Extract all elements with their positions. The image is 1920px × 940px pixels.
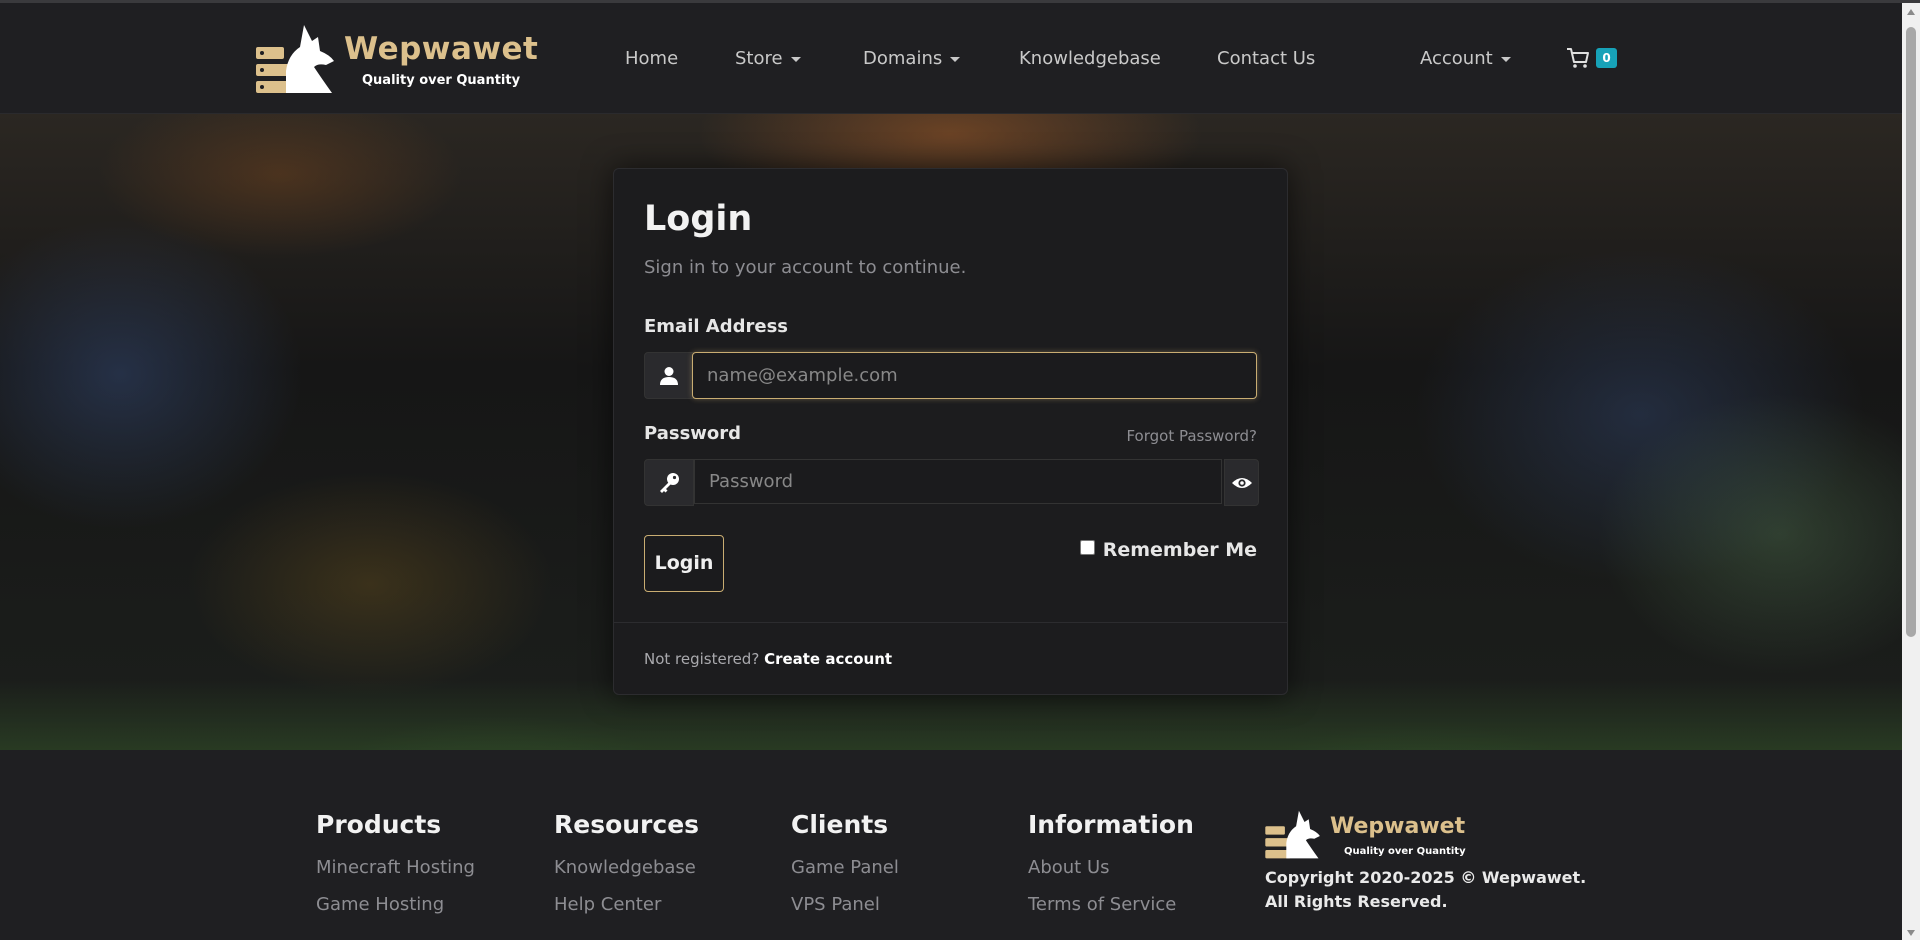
chevron-down-icon [790,56,801,62]
brand-name: Wepwawet [344,31,539,67]
footer-column-title: Information [1028,810,1194,839]
user-icon [660,366,678,385]
footer-column-title: Products [316,810,442,839]
email-input-group: name@example.com [644,352,1257,399]
copyright-text: Copyright 2020-2025 © Wepwawet. All Righ… [1265,868,1587,911]
remember-me: Remember Me [1079,539,1257,561]
brand-logo[interactable]: Wepwawet Quality over Quantity [256,21,539,101]
footer-link[interactable]: Terms of Service [1028,894,1194,915]
not-registered-text: Not registered? [644,650,760,668]
scroll-up-arrow-icon[interactable] [1907,9,1915,15]
email-placeholder: name@example.com [707,365,898,386]
footer-brand-name: Wepwawet [1330,814,1466,839]
wolf-logo-icon [256,25,334,93]
cart-count-badge: 0 [1596,48,1617,68]
scrollbar-thumb[interactable] [1906,27,1916,637]
nav-home-label: Home [625,48,679,69]
footer-column-resources: Resources Knowledgebase Help Center [554,810,699,915]
nav-knowledgebase-label: Knowledgebase [1019,48,1161,69]
footer-link[interactable]: VPS Panel [791,894,899,915]
forgot-password-link[interactable]: Forgot Password? [1126,427,1257,445]
chevron-down-icon [950,56,961,62]
footer-brand-tagline: Quality over Quantity [1344,846,1466,857]
footer-link[interactable]: About Us [1028,857,1194,878]
email-addon [644,352,694,399]
nav-account-label: Account [1420,48,1493,69]
email-label: Email Address [644,316,789,337]
nav-home[interactable]: Home [625,48,678,69]
site-footer: Products Minecraft Hosting Game Hosting … [0,750,1902,940]
login-card-footer: Not registered? Create account [614,622,1287,695]
scroll-down-arrow-icon[interactable] [1907,930,1915,936]
cart-icon [1567,48,1589,68]
email-field[interactable]: name@example.com [692,352,1257,399]
register-prompt: Not registered? Create account [644,650,892,668]
nav-domains[interactable]: Domains [863,48,961,69]
chevron-down-icon [1500,56,1511,62]
footer-column-title: Clients [791,810,889,839]
password-input-group: Password [644,459,1259,506]
remember-me-label: Remember Me [1102,539,1257,561]
footer-link[interactable]: Minecraft Hosting [316,857,475,878]
footer-link[interactable]: Knowledgebase [554,857,699,878]
nav-contact-us-label: Contact Us [1217,48,1316,69]
nav-store-label: Store [735,48,783,69]
cart-button[interactable] [1566,47,1590,73]
create-account-link[interactable]: Create account [764,650,892,668]
password-field[interactable]: Password [694,459,1222,504]
login-card: Login Sign in to your account to continu… [613,168,1288,695]
footer-link[interactable]: Game Panel [791,857,899,878]
key-icon [660,472,679,493]
footer-brand-logo: Wepwawet Quality over Quantity [1264,808,1484,864]
brand-tagline: Quality over Quantity [362,73,521,88]
password-placeholder: Password [709,471,794,492]
footer-link[interactable]: Game Hosting [316,894,475,915]
navbar: Wepwawet Quality over Quantity Home Stor… [0,3,1902,114]
nav-knowledgebase[interactable]: Knowledgebase [1019,48,1161,69]
remember-me-checkbox[interactable] [1079,540,1095,555]
login-title: Login [644,199,753,239]
nav-contact-us[interactable]: Contact Us [1217,48,1315,69]
wolf-logo-icon [1265,810,1320,859]
eye-icon [1231,477,1252,488]
password-label: Password [644,423,742,444]
nav-store[interactable]: Store [735,48,801,69]
footer-column-information: Information About Us Terms of Service [1028,810,1194,915]
footer-column-clients: Clients Game Panel VPS Panel [791,810,899,915]
password-addon [644,459,694,506]
login-button[interactable]: Login [644,535,724,592]
login-subtitle: Sign in to your account to continue. [644,257,967,278]
footer-column-title: Resources [554,810,700,839]
toggle-password-button[interactable] [1224,459,1259,506]
page-scrollbar[interactable] [1902,3,1920,940]
footer-link[interactable]: Help Center [554,894,699,915]
nav-account[interactable]: Account [1420,48,1511,69]
nav-domains-label: Domains [863,48,943,69]
footer-column-products: Products Minecraft Hosting Game Hosting [316,810,475,915]
